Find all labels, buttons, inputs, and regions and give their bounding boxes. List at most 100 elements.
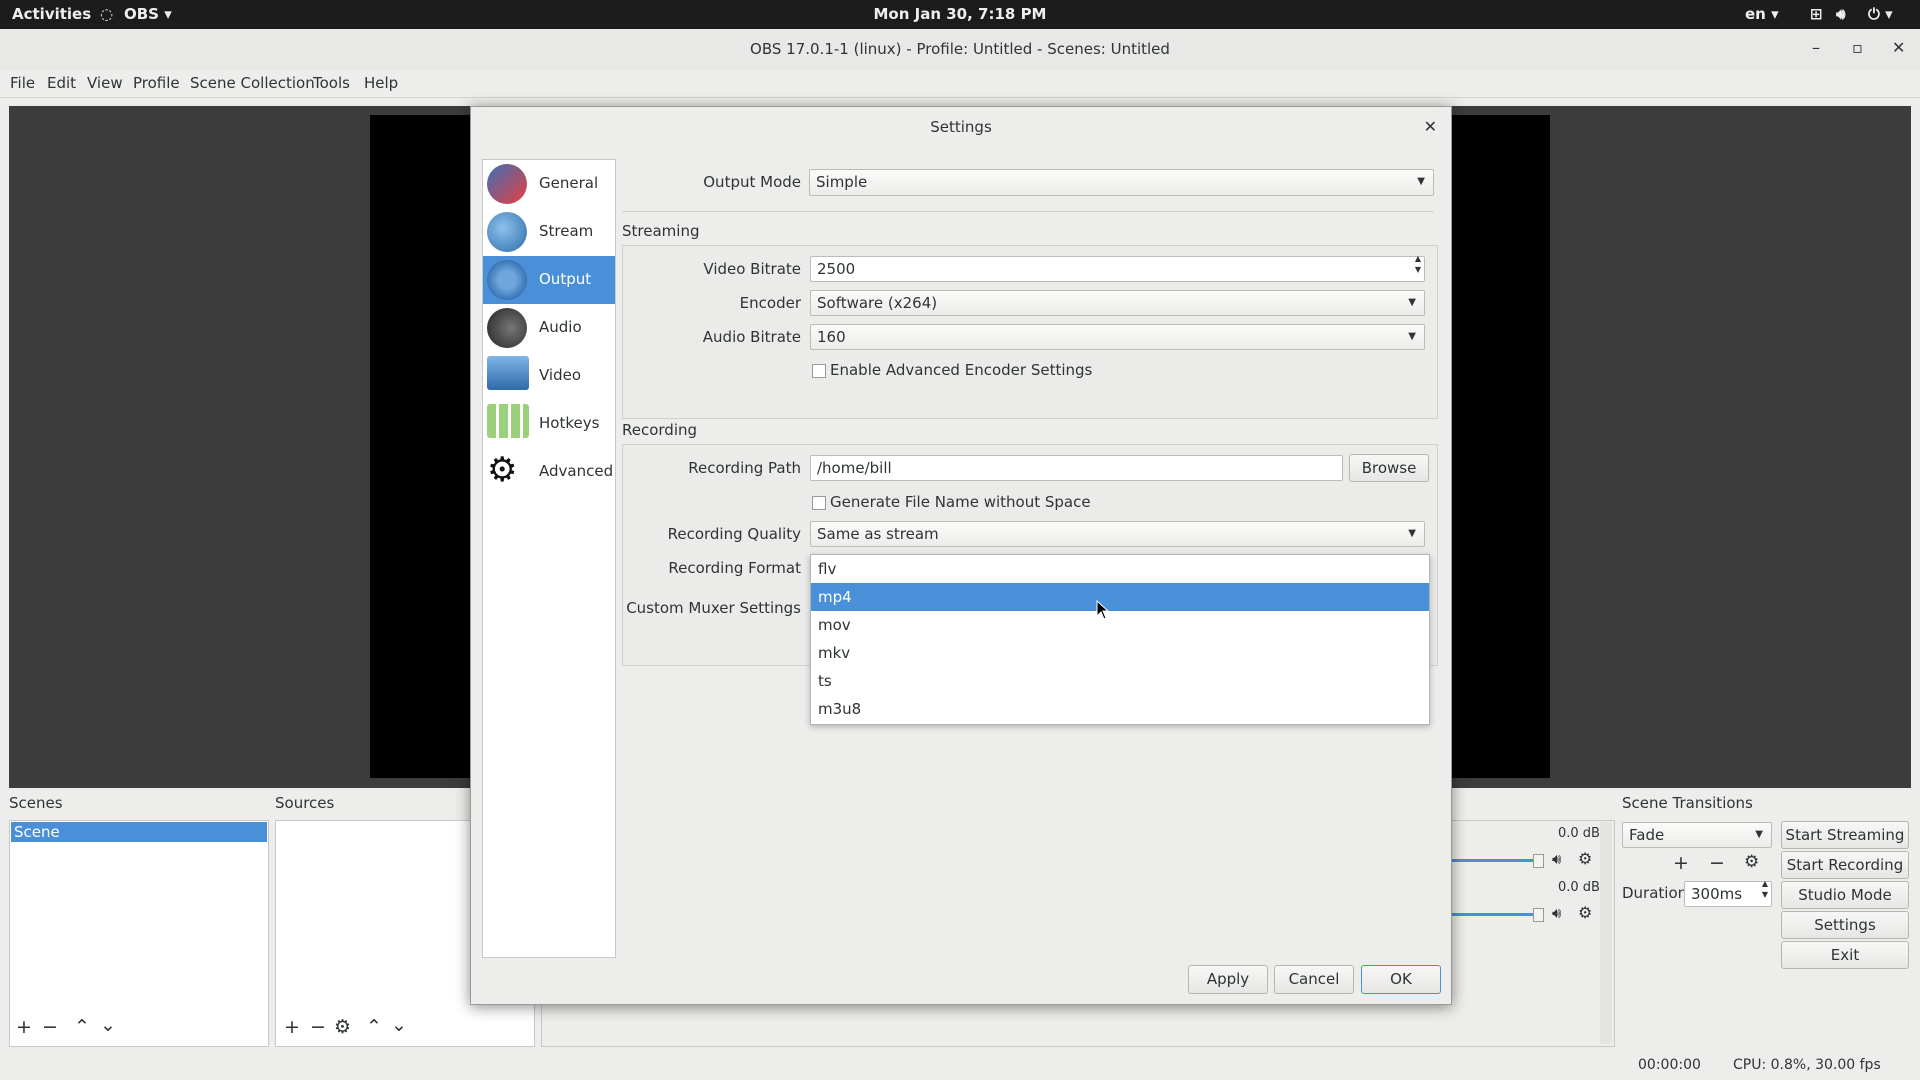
settings-button[interactable]: Settings: [1781, 911, 1909, 939]
activities-button[interactable]: Activities: [12, 5, 91, 23]
remove-source-icon[interactable]: −: [310, 1016, 326, 1038]
clock[interactable]: Mon Jan 30, 7:18 PM: [0, 5, 1920, 23]
add-scene-icon[interactable]: +: [16, 1016, 32, 1038]
move-down-scene-icon[interactable]: ⌄: [100, 1014, 116, 1036]
format-option-mkv[interactable]: mkv: [811, 639, 1429, 667]
recording-format-dropdown[interactable]: flv mp4 mov mkv ts m3u8: [810, 554, 1430, 725]
sidebar-item-stream[interactable]: Stream: [483, 208, 615, 256]
close-dialog-button[interactable]: ✕: [1424, 117, 1437, 136]
chevron-down-icon: ▼: [1408, 297, 1416, 308]
encoder-select[interactable]: Software (x264) ▼: [810, 290, 1425, 316]
mixer-db-2: 0.0 dB: [1558, 880, 1600, 895]
output-broadcast-icon: [487, 260, 527, 300]
maximize-button[interactable]: ▫: [1852, 38, 1863, 57]
menu-profile[interactable]: Profile: [133, 74, 180, 92]
add-source-icon[interactable]: +: [284, 1016, 300, 1038]
duration-spinbox[interactable]: 300ms ▲ ▼: [1684, 878, 1772, 907]
start-streaming-button[interactable]: Start Streaming: [1781, 821, 1909, 849]
remove-transition-icon[interactable]: −: [1709, 852, 1725, 874]
language-indicator[interactable]: en ▾: [1745, 5, 1779, 23]
sidebar-item-audio[interactable]: Audio: [483, 304, 615, 352]
divider: [622, 211, 1434, 212]
video-monitor-icon: [487, 356, 529, 390]
mixer-slider-handle-1[interactable]: [1533, 854, 1544, 868]
sources-dock-title: Sources: [275, 794, 335, 812]
minimize-button[interactable]: –: [1812, 38, 1820, 57]
app-menu[interactable]: OBS ▾: [124, 5, 172, 23]
cancel-button[interactable]: Cancel: [1274, 965, 1354, 994]
menu-scene-collection[interactable]: Scene Collection: [190, 74, 315, 92]
chevron-down-icon: ▼: [1408, 528, 1416, 539]
studio-mode-button[interactable]: Studio Mode: [1781, 881, 1909, 909]
menu-edit[interactable]: Edit: [47, 74, 76, 92]
mixer-mute-icon-2[interactable]: 🔊︎: [1552, 904, 1561, 922]
add-transition-icon[interactable]: +: [1673, 852, 1689, 874]
mixer-mute-icon-1[interactable]: 🔊︎: [1552, 850, 1561, 868]
sidebar-item-advanced[interactable]: ⚙ Advanced: [483, 448, 615, 496]
start-recording-button[interactable]: Start Recording: [1781, 851, 1909, 879]
browse-button[interactable]: Browse: [1349, 454, 1429, 482]
audio-bitrate-select[interactable]: 160 ▼: [810, 324, 1425, 350]
menu-tools[interactable]: Tools: [313, 74, 350, 92]
ok-button[interactable]: OK: [1361, 965, 1441, 994]
sidebar-item-hotkeys[interactable]: Hotkeys: [483, 400, 615, 448]
video-bitrate-label: Video Bitrate: [703, 260, 801, 278]
apply-button[interactable]: Apply: [1188, 965, 1268, 994]
format-option-ts[interactable]: ts: [811, 667, 1429, 695]
mixer-volume-slider-2[interactable]: [1451, 913, 1537, 916]
gen-filename-checkbox[interactable]: [812, 496, 826, 510]
window-title: OBS 17.0.1-1 (linux) - Profile: Untitled…: [750, 40, 1170, 58]
sidebar-item-video[interactable]: Video: [483, 352, 615, 400]
mixer-db-1: 0.0 dB: [1558, 826, 1600, 841]
mixer-gear-icon-1[interactable]: ⚙: [1578, 849, 1592, 868]
advanced-encoder-checkbox[interactable]: [812, 364, 826, 378]
recording-path-input[interactable]: /home/bill: [810, 455, 1343, 481]
format-option-mov[interactable]: mov: [811, 611, 1429, 639]
recording-quality-select[interactable]: Same as stream ▼: [810, 521, 1425, 547]
move-down-source-icon[interactable]: ⌄: [391, 1014, 407, 1036]
network-icon[interactable]: ⊞: [1810, 5, 1823, 23]
menu-view[interactable]: View: [87, 74, 123, 92]
menu-help[interactable]: Help: [364, 74, 398, 92]
window-titlebar: OBS 17.0.1-1 (linux) - Profile: Untitled…: [0, 29, 1920, 71]
mixer-volume-slider-1[interactable]: [1451, 859, 1537, 862]
audio-speaker-icon: [487, 308, 527, 348]
transition-select[interactable]: Fade ▼: [1622, 822, 1772, 848]
duration-label: Duration: [1622, 884, 1688, 902]
volume-icon[interactable]: 🔊︎: [1836, 5, 1845, 23]
format-option-mp4[interactable]: mp4: [811, 583, 1429, 611]
transitions-dock-title: Scene Transitions: [1622, 794, 1753, 812]
chevron-down-icon: ▼: [1408, 331, 1416, 342]
scenes-list[interactable]: Scene: [9, 820, 269, 1047]
mixer-scrollbar[interactable]: [1600, 822, 1612, 1044]
output-mode-select[interactable]: Simple ▼: [809, 169, 1434, 196]
video-bitrate-input[interactable]: 2500 ▲ ▼: [810, 253, 1425, 282]
status-bar: 00:00:00 CPU: 0.8%, 30.00 fps: [0, 1048, 1920, 1080]
menu-file[interactable]: File: [10, 74, 35, 92]
recording-section-title: Recording: [622, 421, 698, 439]
scene-item[interactable]: Scene: [11, 822, 267, 842]
sidebar-item-output[interactable]: Output: [483, 256, 615, 304]
power-icon[interactable]: ⏻ ▾: [1868, 5, 1893, 23]
custom-muxer-label: Custom Muxer Settings: [626, 599, 801, 617]
close-window-button[interactable]: ✕: [1892, 38, 1905, 57]
move-up-source-icon[interactable]: ⌃: [366, 1016, 382, 1038]
move-up-scene-icon[interactable]: ⌃: [74, 1016, 90, 1038]
mixer-slider-handle-2[interactable]: [1533, 908, 1544, 922]
format-option-flv[interactable]: flv: [811, 555, 1429, 583]
spin-arrows-icon[interactable]: ▲ ▼: [1415, 253, 1421, 275]
obs-app-icon[interactable]: ◌: [100, 5, 113, 23]
spin-arrows-icon[interactable]: ▲ ▼: [1762, 878, 1768, 900]
recording-quality-label: Recording Quality: [667, 525, 801, 543]
mixer-gear-icon-2[interactable]: ⚙: [1578, 903, 1592, 922]
gen-filename-label[interactable]: Generate File Name without Space: [830, 493, 1091, 511]
advanced-encoder-label[interactable]: Enable Advanced Encoder Settings: [830, 361, 1092, 379]
remove-scene-icon[interactable]: −: [42, 1016, 58, 1038]
transition-gear-icon[interactable]: ⚙: [1744, 852, 1759, 872]
stream-globe-icon: [487, 212, 527, 252]
format-option-m3u8[interactable]: m3u8: [811, 695, 1429, 723]
source-properties-gear-icon[interactable]: ⚙: [334, 1016, 351, 1038]
exit-button[interactable]: Exit: [1781, 941, 1909, 969]
output-mode-label: Output Mode: [703, 173, 801, 191]
sidebar-item-general[interactable]: General: [483, 160, 615, 208]
